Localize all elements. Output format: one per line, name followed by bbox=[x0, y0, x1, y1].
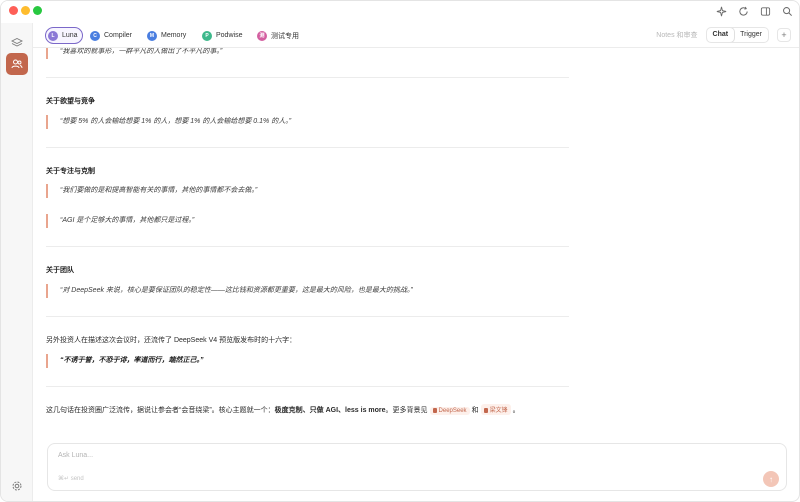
message-input-box[interactable]: Ask Luna... ⌘↵ send ↑ bbox=[47, 443, 787, 491]
compiler-avatar: C bbox=[90, 30, 100, 41]
search-icon[interactable] bbox=[781, 5, 793, 17]
sidebar-toggle-icon[interactable] bbox=[759, 5, 771, 17]
tab-test[interactable]: 测 测试专用 bbox=[255, 27, 303, 44]
title-bar bbox=[1, 1, 799, 23]
add-tab-button[interactable]: + bbox=[777, 28, 791, 42]
document-icon bbox=[432, 408, 437, 413]
tab-compiler[interactable]: C Compiler bbox=[88, 27, 136, 44]
divider bbox=[46, 316, 569, 317]
agents-icon[interactable] bbox=[6, 53, 28, 75]
chat-content: “我喜欢的就事形，一群平凡的人做出了不平凡的事。” 关于欲望与竞争 “想要 5%… bbox=[33, 48, 799, 438]
agent-tab-bar: L Luna C Compiler M Memory P Podwise 测 测… bbox=[33, 23, 799, 48]
chat-trigger-segment: Chat Trigger bbox=[705, 27, 769, 43]
sparkle-icon[interactable] bbox=[715, 5, 727, 17]
quote-block: “我喜欢的就事形，一群平凡的人做出了不平凡的事。” bbox=[46, 48, 222, 59]
layers-icon[interactable] bbox=[6, 32, 28, 54]
app-window: L Luna C Compiler M Memory P Podwise 测 测… bbox=[0, 0, 800, 502]
closing-paragraph: 这几句话在投资圈广泛流传，据说让参会者“会音绕梁”。核心主题就一个：极度克制、只… bbox=[46, 404, 520, 415]
chip-label: DeepSeek bbox=[438, 408, 467, 414]
divider bbox=[46, 77, 569, 78]
and-text: 和 bbox=[471, 407, 479, 414]
message-input-placeholder[interactable]: Ask Luna... bbox=[58, 452, 93, 459]
tab-chat[interactable]: Chat bbox=[706, 28, 735, 42]
divider bbox=[46, 386, 569, 387]
tab-label: Luna bbox=[62, 32, 78, 39]
divider bbox=[46, 147, 569, 148]
view-switcher: Notes 和审查 Chat Trigger + bbox=[656, 27, 791, 43]
section-heading: 关于欲望与竞争 bbox=[46, 98, 95, 105]
tab-label: Memory bbox=[161, 32, 187, 39]
tab-trigger[interactable]: Trigger bbox=[734, 28, 768, 42]
paragraph: 另外投资人在描述这次会议时，还流传了 DeepSeek V4 预览版发布时的十六… bbox=[46, 337, 297, 344]
section-heading: 关于专注与克制 bbox=[46, 168, 95, 175]
divider bbox=[46, 246, 569, 247]
quote-block: “AGI 是个足够大的事情，其他都只是过程。” bbox=[46, 214, 194, 228]
test-avatar: 测 bbox=[257, 30, 267, 41]
left-rail bbox=[1, 23, 33, 501]
tab-label: Podwise bbox=[216, 32, 243, 39]
tab-notes[interactable]: Notes 和审查 bbox=[656, 30, 697, 40]
minimize-window-button[interactable] bbox=[21, 6, 30, 15]
podwise-avatar: P bbox=[202, 30, 212, 41]
tab-label: Compiler bbox=[104, 32, 133, 39]
tab-luna[interactable]: L Luna bbox=[45, 27, 83, 44]
settings-gear-icon[interactable] bbox=[6, 475, 28, 497]
closing-text: 这几句话在投资圈广泛流传，据说让参会者“会音绕梁”。核心主题就一个： bbox=[46, 407, 275, 414]
quote-block: “对 DeepSeek 来说，核心是要保证团队的稳定性——这比钱和资源都更重要，… bbox=[46, 284, 413, 298]
send-button[interactable]: ↑ bbox=[763, 471, 779, 487]
refresh-icon[interactable] bbox=[737, 5, 749, 17]
luna-avatar: L bbox=[48, 30, 58, 41]
tab-label: 测试专用 bbox=[271, 32, 299, 40]
closing-bold: 极度克制、只做 AGI、less is more bbox=[274, 407, 386, 414]
closing-text-middle: 。更多背景见 bbox=[385, 407, 428, 414]
closing-end: 。 bbox=[512, 407, 520, 414]
quote-block: “想要 5% 的人会输给想要 1% 的人，想要 1% 的人会输给想要 0.1% … bbox=[46, 115, 291, 129]
memory-avatar: M bbox=[147, 30, 157, 41]
tab-podwise[interactable]: P Podwise bbox=[200, 27, 246, 44]
quote-block: “我们要做的是和提高智能有关的事情，其他的事情都不会去做。” bbox=[46, 184, 257, 198]
liangwenfeng-doc-link[interactable]: 梁文锋 bbox=[480, 404, 511, 415]
section-heading: 关于团队 bbox=[46, 267, 74, 274]
tab-memory[interactable]: M Memory bbox=[145, 27, 190, 44]
chip-label: 梁文锋 bbox=[489, 408, 508, 414]
titlebar-toolbar bbox=[715, 5, 793, 17]
close-window-button[interactable] bbox=[9, 6, 18, 15]
document-icon bbox=[483, 408, 488, 413]
maximize-window-button[interactable] bbox=[33, 6, 42, 15]
send-shortcut-hint: ⌘↵ send bbox=[58, 476, 84, 482]
deepseek-doc-link[interactable]: DeepSeek bbox=[429, 407, 470, 415]
quote-block: “不诱于誉，不恐于诽，率道而行，端然正己。” bbox=[46, 354, 204, 368]
